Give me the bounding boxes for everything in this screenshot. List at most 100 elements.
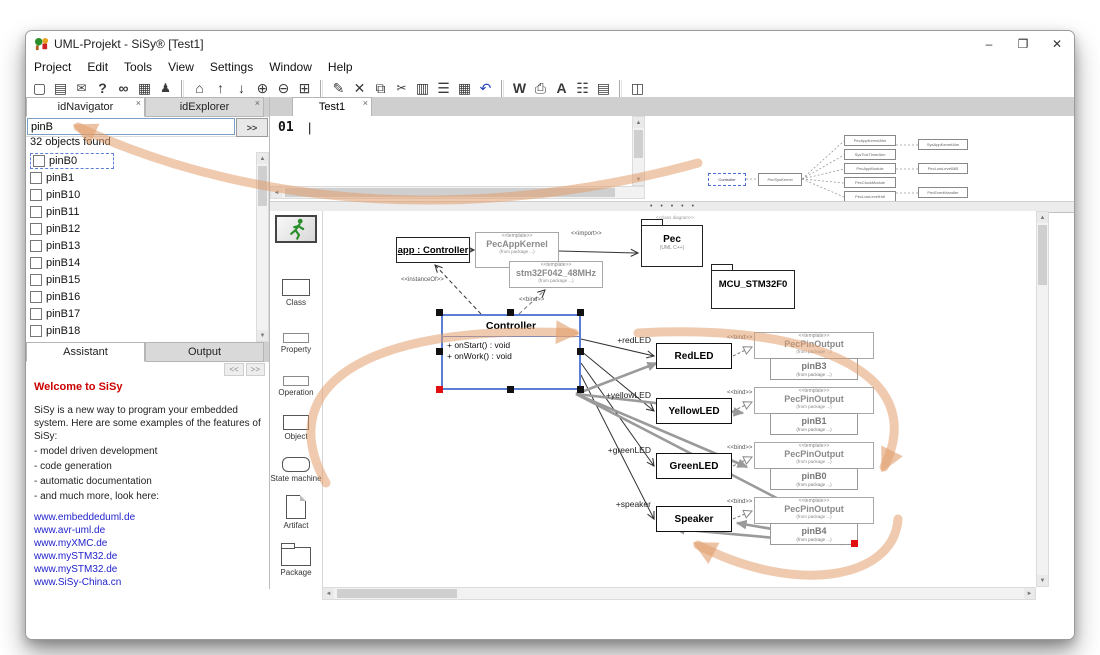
diagram-overview[interactable]: Controller PecSysKernel PecAppKernelAlm … [694,131,986,203]
list-item[interactable]: pinB15 [26,271,256,288]
tool-property[interactable]: Property [281,333,311,354]
close-icon[interactable]: × [255,98,260,108]
menu-window[interactable]: Window [261,60,320,74]
run-button[interactable] [275,215,317,243]
class-speaker[interactable]: Speaker [656,506,732,532]
menu-edit[interactable]: Edit [79,60,116,74]
scroll-down-icon[interactable]: ▼ [633,174,644,185]
scroll-left-icon[interactable]: ◄ [323,588,334,599]
cut-icon[interactable]: ✂ [391,78,412,98]
manual-book-icon[interactable]: ◫ [627,78,648,98]
object-pinb0[interactable]: pinB0 (from package ...) [770,468,858,490]
list-icon[interactable]: ☰ [433,78,454,98]
tool-package[interactable]: Package [280,542,311,577]
overview-node[interactable]: SysTickTimerAlm [844,149,896,160]
word-export-icon[interactable]: W [509,78,530,98]
edit-icon[interactable]: ✎ [328,78,349,98]
search-input[interactable] [27,118,235,135]
scroll-thumb[interactable] [634,130,643,158]
link-sisy-china[interactable]: www.SiSy-China.cn [34,576,261,589]
object-pinb1[interactable]: pinB1 (from package ...) [770,413,858,435]
menu-tools[interactable]: Tools [116,60,160,74]
resize-handle[interactable] [577,348,584,355]
template-pecpinoutput[interactable]: <<template>> PecPinOutput (from package … [754,497,874,524]
scroll-thumb[interactable] [1038,225,1047,285]
object-pinb3[interactable]: pinB3 (from package ...) [770,358,858,380]
class-controller[interactable]: Controller + onStart() : void + onWork()… [441,314,581,390]
scroll-thumb[interactable] [258,166,267,206]
scroll-down-icon[interactable]: ▼ [1037,575,1048,586]
overview-node[interactable]: PecClockModule [844,177,896,188]
navigate-up-icon[interactable]: ↑ [210,78,231,98]
overview-node[interactable]: PecAppModule [844,163,896,174]
assistant-back-button[interactable]: << [224,363,243,376]
link-avr-uml[interactable]: www.avr-uml.de [34,524,261,537]
resize-handle[interactable] [507,386,514,393]
tab-output[interactable]: Output [145,342,264,362]
copy-icon[interactable]: ⧉ [370,78,391,98]
menu-project[interactable]: Project [26,60,79,74]
resize-handle[interactable] [577,309,584,316]
checkbox-icon[interactable] [30,172,42,184]
zoom-out-icon[interactable]: ⊖ [273,78,294,98]
options-icon[interactable]: ☷ [572,78,593,98]
scroll-thumb[interactable] [337,589,457,598]
template-stm32[interactable]: <<template>> stm32F042_48MHz (from packa… [509,261,603,288]
link-myxmc[interactable]: www.myXMC.de [34,537,261,550]
list-item[interactable]: pinB11 [26,203,256,220]
editor-vertical-scrollbar[interactable]: ▲ ▼ [632,116,645,186]
list-item[interactable]: pinB10 [26,186,256,203]
menu-settings[interactable]: Settings [202,60,261,74]
package-mcu-stm32f0[interactable]: MCU_STM32F0 [711,270,795,309]
tab-idexplorer[interactable]: idExplorer × [145,97,264,117]
diagram-canvas[interactable]: app : Controller <<template>> PecAppKern… [322,211,1037,587]
checkbox-icon[interactable] [30,291,42,303]
overview-node[interactable]: PecAppKernelAlm [844,135,896,146]
zoom-page-icon[interactable]: ⊞ [294,78,315,98]
list-item[interactable]: pinB16 [26,288,256,305]
list-item[interactable]: pinB14 [26,254,256,271]
mail-icon[interactable]: ✉ [71,78,92,98]
checkbox-icon[interactable] [30,308,42,320]
checkbox-icon[interactable] [30,240,42,252]
close-icon[interactable]: × [136,98,141,108]
navigator-scrollbar[interactable]: ▲ ▼ [256,152,269,342]
user-icon[interactable]: ♟ [155,78,176,98]
tool-class[interactable]: Class [282,279,310,307]
list-item[interactable]: pinB0 [26,152,256,169]
tab-assistant[interactable]: Assistant [26,342,145,362]
minimize-button[interactable]: – [972,32,1006,57]
new-document-icon[interactable]: ▢ [29,78,50,98]
scroll-up-icon[interactable]: ▲ [1037,212,1048,223]
list-item[interactable]: pinB13 [26,237,256,254]
overview-node[interactable]: PecEventHandler [918,187,968,198]
splitter-handle[interactable]: • • • • • [650,203,697,210]
tool-artifact[interactable]: Artifact [284,495,309,530]
class-yellowled[interactable]: YellowLED [656,398,732,424]
checkbox-icon[interactable] [30,189,42,201]
print-icon[interactable]: ⎙ [530,78,551,98]
font-icon[interactable]: A [551,78,572,98]
object-app-controller[interactable]: app : Controller [396,237,470,263]
object-pinb4[interactable]: pinB4 (from package ...) [770,523,858,545]
anchor-handle-red[interactable] [436,386,443,393]
scroll-up-icon[interactable]: ▲ [633,117,644,128]
overview-node[interactable]: PecSysKernel [758,173,802,186]
navigate-down-icon[interactable]: ↓ [231,78,252,98]
checkbox-icon[interactable] [33,155,45,167]
search-binoculars-icon[interactable]: ∞ [113,78,134,98]
close-icon[interactable]: × [363,98,368,108]
code-editor[interactable]: 01 | [270,116,632,186]
link-embeddeduml[interactable]: www.embeddeduml.de [34,511,261,524]
search-go-button[interactable]: >> [236,118,268,137]
link-mystm32-2[interactable]: www.mySTM32.de [34,563,261,576]
menu-help[interactable]: Help [320,60,361,74]
resize-handle[interactable] [507,309,514,316]
list-item[interactable]: pinB17 [26,305,256,322]
close-button[interactable]: ✕ [1040,32,1074,57]
list-item[interactable]: pinB12 [26,220,256,237]
index-cards-icon[interactable]: ▦ [134,78,155,98]
list-item[interactable]: pinB18 [26,322,256,339]
resize-handle[interactable] [436,348,443,355]
scroll-right-icon[interactable]: ► [1024,588,1035,599]
